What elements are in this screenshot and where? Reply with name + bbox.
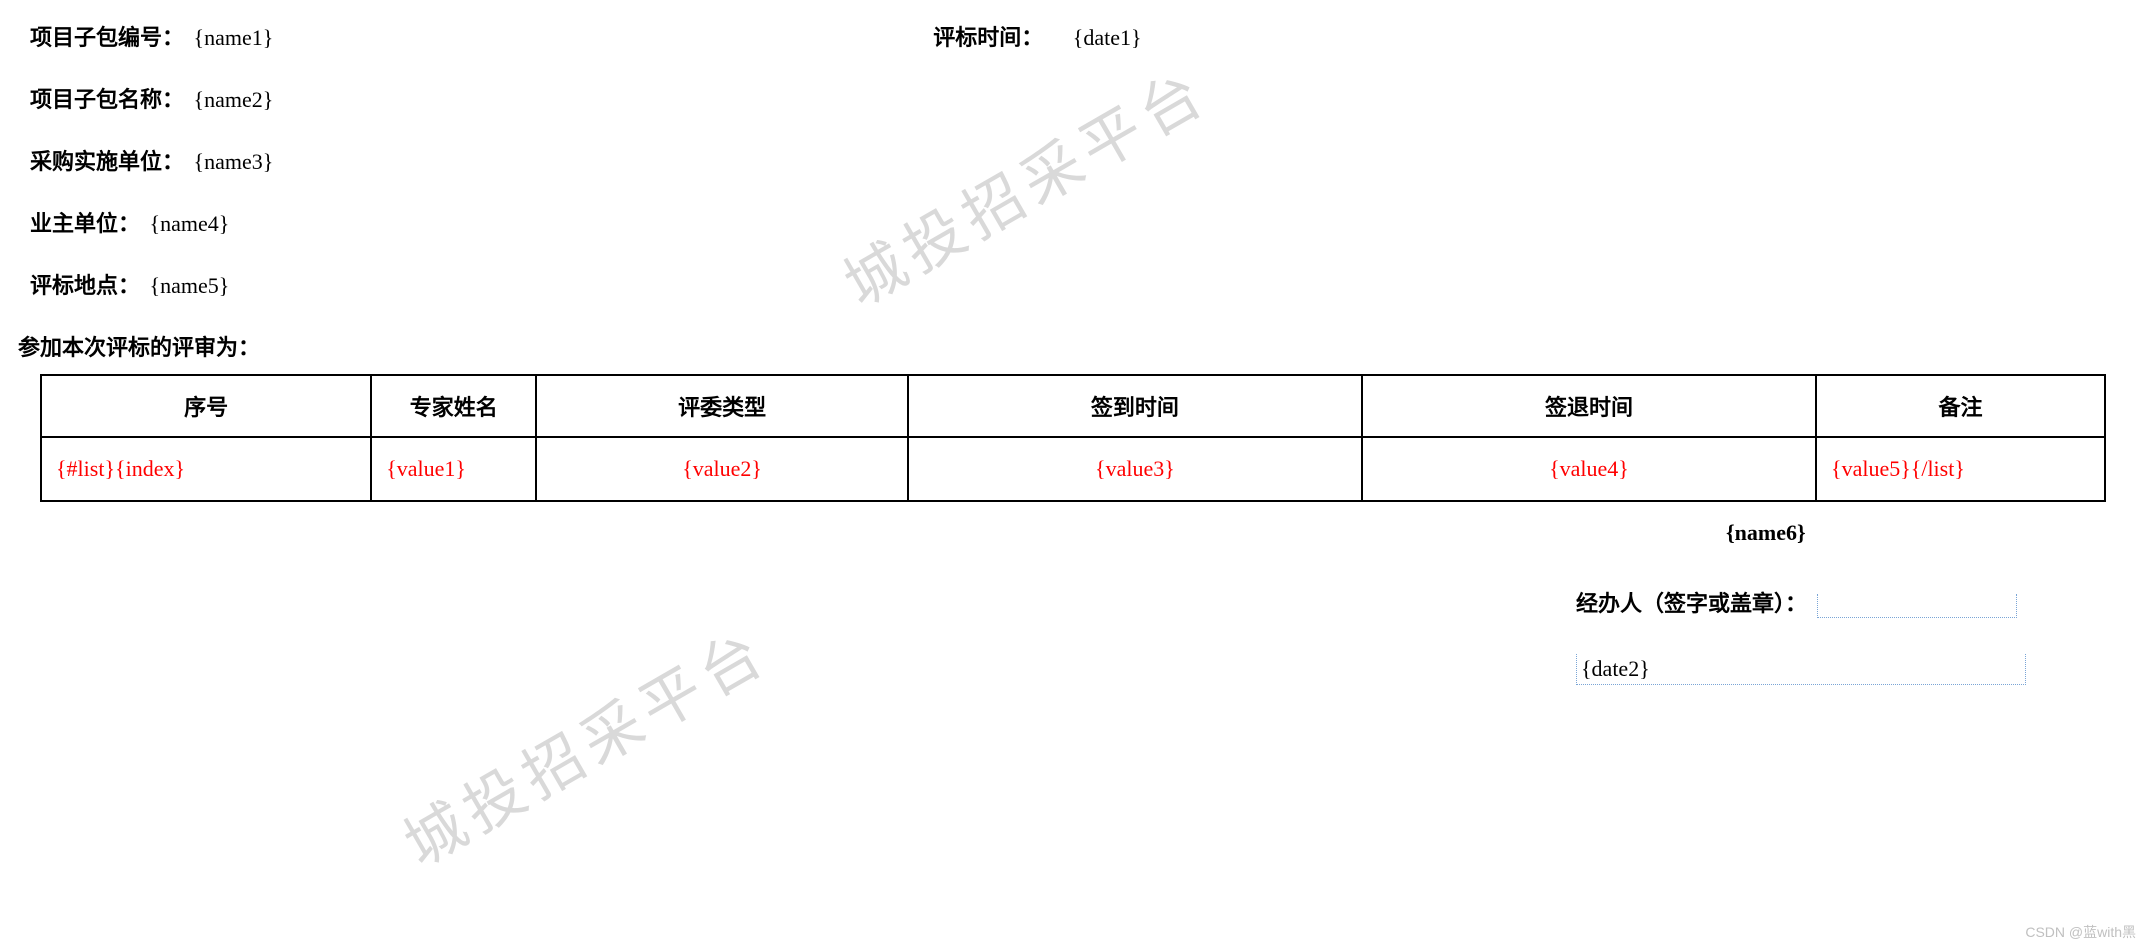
row-review-location: 评标地点： {name5}	[30, 268, 2116, 300]
value-purchase-unit: {name3}	[194, 149, 274, 174]
label-project-subpackage-name: 项目子包名称：	[30, 87, 184, 112]
th-expert-name: 专家姓名	[371, 375, 536, 437]
reviewer-intro-line: 参加本次评标的评审为：	[18, 330, 2116, 362]
label-owner-unit: 业主单位：	[30, 211, 140, 236]
footer-block: {name6} 经办人（签字或盖章）： {date2}	[1576, 520, 2046, 685]
td-sequence: {#list}{index}	[41, 437, 371, 501]
label-purchase-unit: 采购实施单位：	[30, 149, 184, 174]
footer-name6: {name6}	[1726, 520, 2046, 546]
table-row: {#list}{index} {value1} {value2} {value3…	[41, 437, 2105, 501]
td-checkout-time: {value4}	[1362, 437, 1816, 501]
th-judge-type: 评委类型	[536, 375, 908, 437]
label-project-subpackage-number: 项目子包编号：	[30, 25, 184, 50]
value-project-subpackage-number: {name1}	[194, 25, 274, 50]
label-review-location: 评标地点：	[30, 273, 140, 298]
label-review-time: 评标时间：	[933, 25, 1043, 50]
th-sequence: 序号	[41, 375, 371, 437]
date2-field-box[interactable]: {date2}	[1576, 654, 2026, 685]
sign-field-box[interactable]	[1817, 594, 2017, 618]
table-header-row: 序号 专家姓名 评委类型 签到时间 签退时间 备注	[41, 375, 2105, 437]
value-review-location: {name5}	[150, 273, 230, 298]
value-owner-unit: {name4}	[150, 211, 230, 236]
td-judge-type: {value2}	[536, 437, 908, 501]
footer-sign-row: 经办人（签字或盖章）：	[1576, 586, 2046, 618]
td-remark: {value5}{/list}	[1816, 437, 2105, 501]
label-handler-sign: 经办人（签字或盖章）：	[1576, 591, 1807, 616]
csdn-credit: CSDN @蓝with黑	[2025, 922, 2136, 942]
row-purchase-unit: 采购实施单位： {name3}	[30, 144, 2116, 176]
th-checkout-time: 签退时间	[1362, 375, 1816, 437]
td-checkin-time: {value3}	[908, 437, 1362, 501]
value-project-subpackage-name: {name2}	[194, 87, 274, 112]
row-project-subpackage-name: 项目子包名称： {name2}	[30, 82, 2116, 114]
row-project-number-and-date: 项目子包编号： {name1} 评标时间： {date1}	[30, 20, 2116, 52]
watermark-text-2: 城投招采平台	[386, 604, 783, 883]
th-checkin-time: 签到时间	[908, 375, 1362, 437]
value-date2: {date2}	[1581, 656, 1650, 681]
header-info-block: 项目子包编号： {name1} 评标时间： {date1} 项目子包名称： {n…	[30, 20, 2116, 362]
value-review-time: {date1}	[1073, 25, 1142, 50]
td-expert-name: {value1}	[371, 437, 536, 501]
reviewer-table: 序号 专家姓名 评委类型 签到时间 签退时间 备注 {#list}{index}…	[40, 374, 2106, 502]
row-owner-unit: 业主单位： {name4}	[30, 206, 2116, 238]
th-remark: 备注	[1816, 375, 2105, 437]
